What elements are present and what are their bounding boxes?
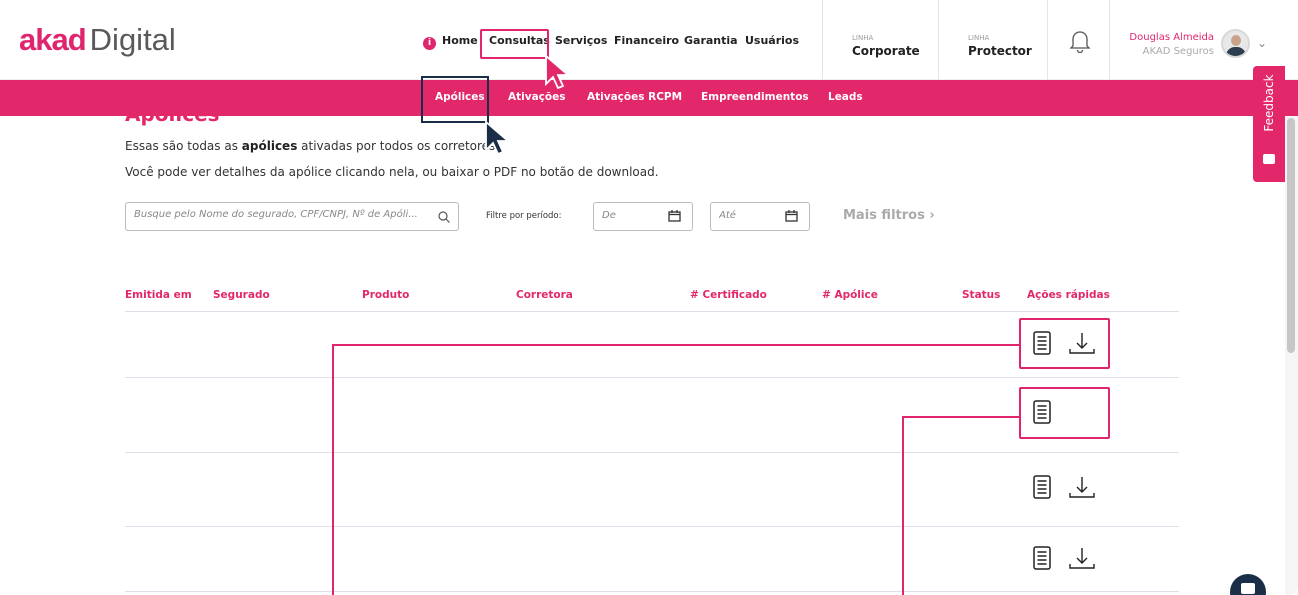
nav-financeiro[interactable]: Financeiro <box>614 34 679 47</box>
column-segurado[interactable]: Segurado <box>213 289 270 301</box>
pointer-cursor-icon <box>485 120 511 156</box>
nav-garantia[interactable]: Garantia <box>684 34 738 47</box>
row-divider <box>125 526 1179 527</box>
date-to-field[interactable] <box>710 202 810 231</box>
search-field[interactable] <box>125 202 459 231</box>
annotation-connector <box>902 416 904 595</box>
column-apolice[interactable]: # Apólice <box>822 289 878 301</box>
linha-corporate-button[interactable]: LINHA Corporate <box>822 0 938 80</box>
info-icon: i <box>423 37 436 50</box>
app-frame: Apólices akad Digital i Home Consultas S… <box>0 0 1298 595</box>
linha-protector-button[interactable]: LINHA Protector <box>938 0 1047 80</box>
feedback-icon <box>1263 154 1275 164</box>
chevron-down-icon[interactable]: ⌄ <box>1257 36 1267 50</box>
chat-icon <box>1241 583 1255 594</box>
notifications-button[interactable] <box>1047 0 1110 80</box>
intro-text-2: Você pode ver detalhes da apólice clican… <box>125 165 659 179</box>
document-icon[interactable] <box>1033 546 1051 570</box>
column-certificado[interactable]: # Certificado <box>690 289 767 301</box>
tab-ativacoes-rcpm[interactable]: Ativações RCPM <box>587 91 682 103</box>
tab-ativacoes[interactable]: Ativações <box>508 91 565 103</box>
column-emitida-em[interactable]: Emitida em <box>125 289 192 301</box>
search-input[interactable] <box>134 209 434 220</box>
document-icon[interactable] <box>1033 475 1051 499</box>
linha-protector-label: Protector <box>968 44 1032 58</box>
scrollbar-thumb[interactable] <box>1287 118 1295 353</box>
nav-servicos[interactable]: Serviços <box>555 34 607 47</box>
linha-label: LINHA <box>852 34 874 42</box>
download-icon[interactable] <box>1068 475 1096 499</box>
calendar-icon[interactable] <box>785 210 798 222</box>
period-label: Filtre por período: <box>486 211 562 221</box>
date-from-field[interactable] <box>593 202 693 231</box>
row-divider <box>125 377 1179 378</box>
intro-text-1: Essas são todas as apólices ativadas por… <box>125 139 500 153</box>
more-filters-link[interactable]: Mais filtros › <box>843 208 935 223</box>
date-from-input[interactable] <box>602 210 657 221</box>
highlight-row1-actions <box>1019 318 1110 369</box>
feedback-label: Feedback <box>1262 74 1276 132</box>
pointer-cursor-icon <box>545 54 571 90</box>
date-to-input[interactable] <box>719 210 774 221</box>
tab-leads[interactable]: Leads <box>828 91 863 103</box>
annotation-connector <box>902 416 1019 418</box>
column-produto[interactable]: Produto <box>362 289 409 301</box>
row-divider <box>125 452 1179 453</box>
linha-label: LINHA <box>968 34 990 42</box>
nav-home[interactable]: Home <box>442 34 478 47</box>
user-name: Douglas Almeida <box>1129 32 1214 43</box>
top-header: akad Digital i Home Consultas Serviços F… <box>0 0 1298 80</box>
search-icon[interactable] <box>437 210 451 224</box>
user-company: AKAD Seguros <box>1142 46 1214 57</box>
linha-corporate-label: Corporate <box>852 44 920 58</box>
calendar-icon[interactable] <box>668 210 681 222</box>
tab-empreendimentos[interactable]: Empreendimentos <box>701 91 809 103</box>
logo-brand: akad <box>19 22 87 57</box>
logo-sub: Digital <box>89 22 176 57</box>
column-status[interactable]: Status <box>962 289 1000 301</box>
column-acoes-rapidas: Ações rápidas <box>1027 289 1110 301</box>
table-header-divider <box>125 311 1179 312</box>
row-divider <box>125 591 1179 592</box>
feedback-tab[interactable]: Feedback <box>1253 66 1285 182</box>
column-corretora[interactable]: Corretora <box>516 289 573 301</box>
nav-usuarios[interactable]: Usuários <box>745 34 799 47</box>
annotation-connector <box>332 344 334 595</box>
akad-digital-logo[interactable]: akad Digital <box>19 22 176 58</box>
avatar[interactable] <box>1221 29 1250 58</box>
annotation-connector <box>332 344 1019 346</box>
highlight-consultas <box>480 29 549 59</box>
highlight-row2-actions <box>1019 387 1110 439</box>
download-icon[interactable] <box>1068 546 1096 570</box>
highlight-apolices <box>421 76 489 123</box>
bell-icon <box>1069 31 1091 53</box>
